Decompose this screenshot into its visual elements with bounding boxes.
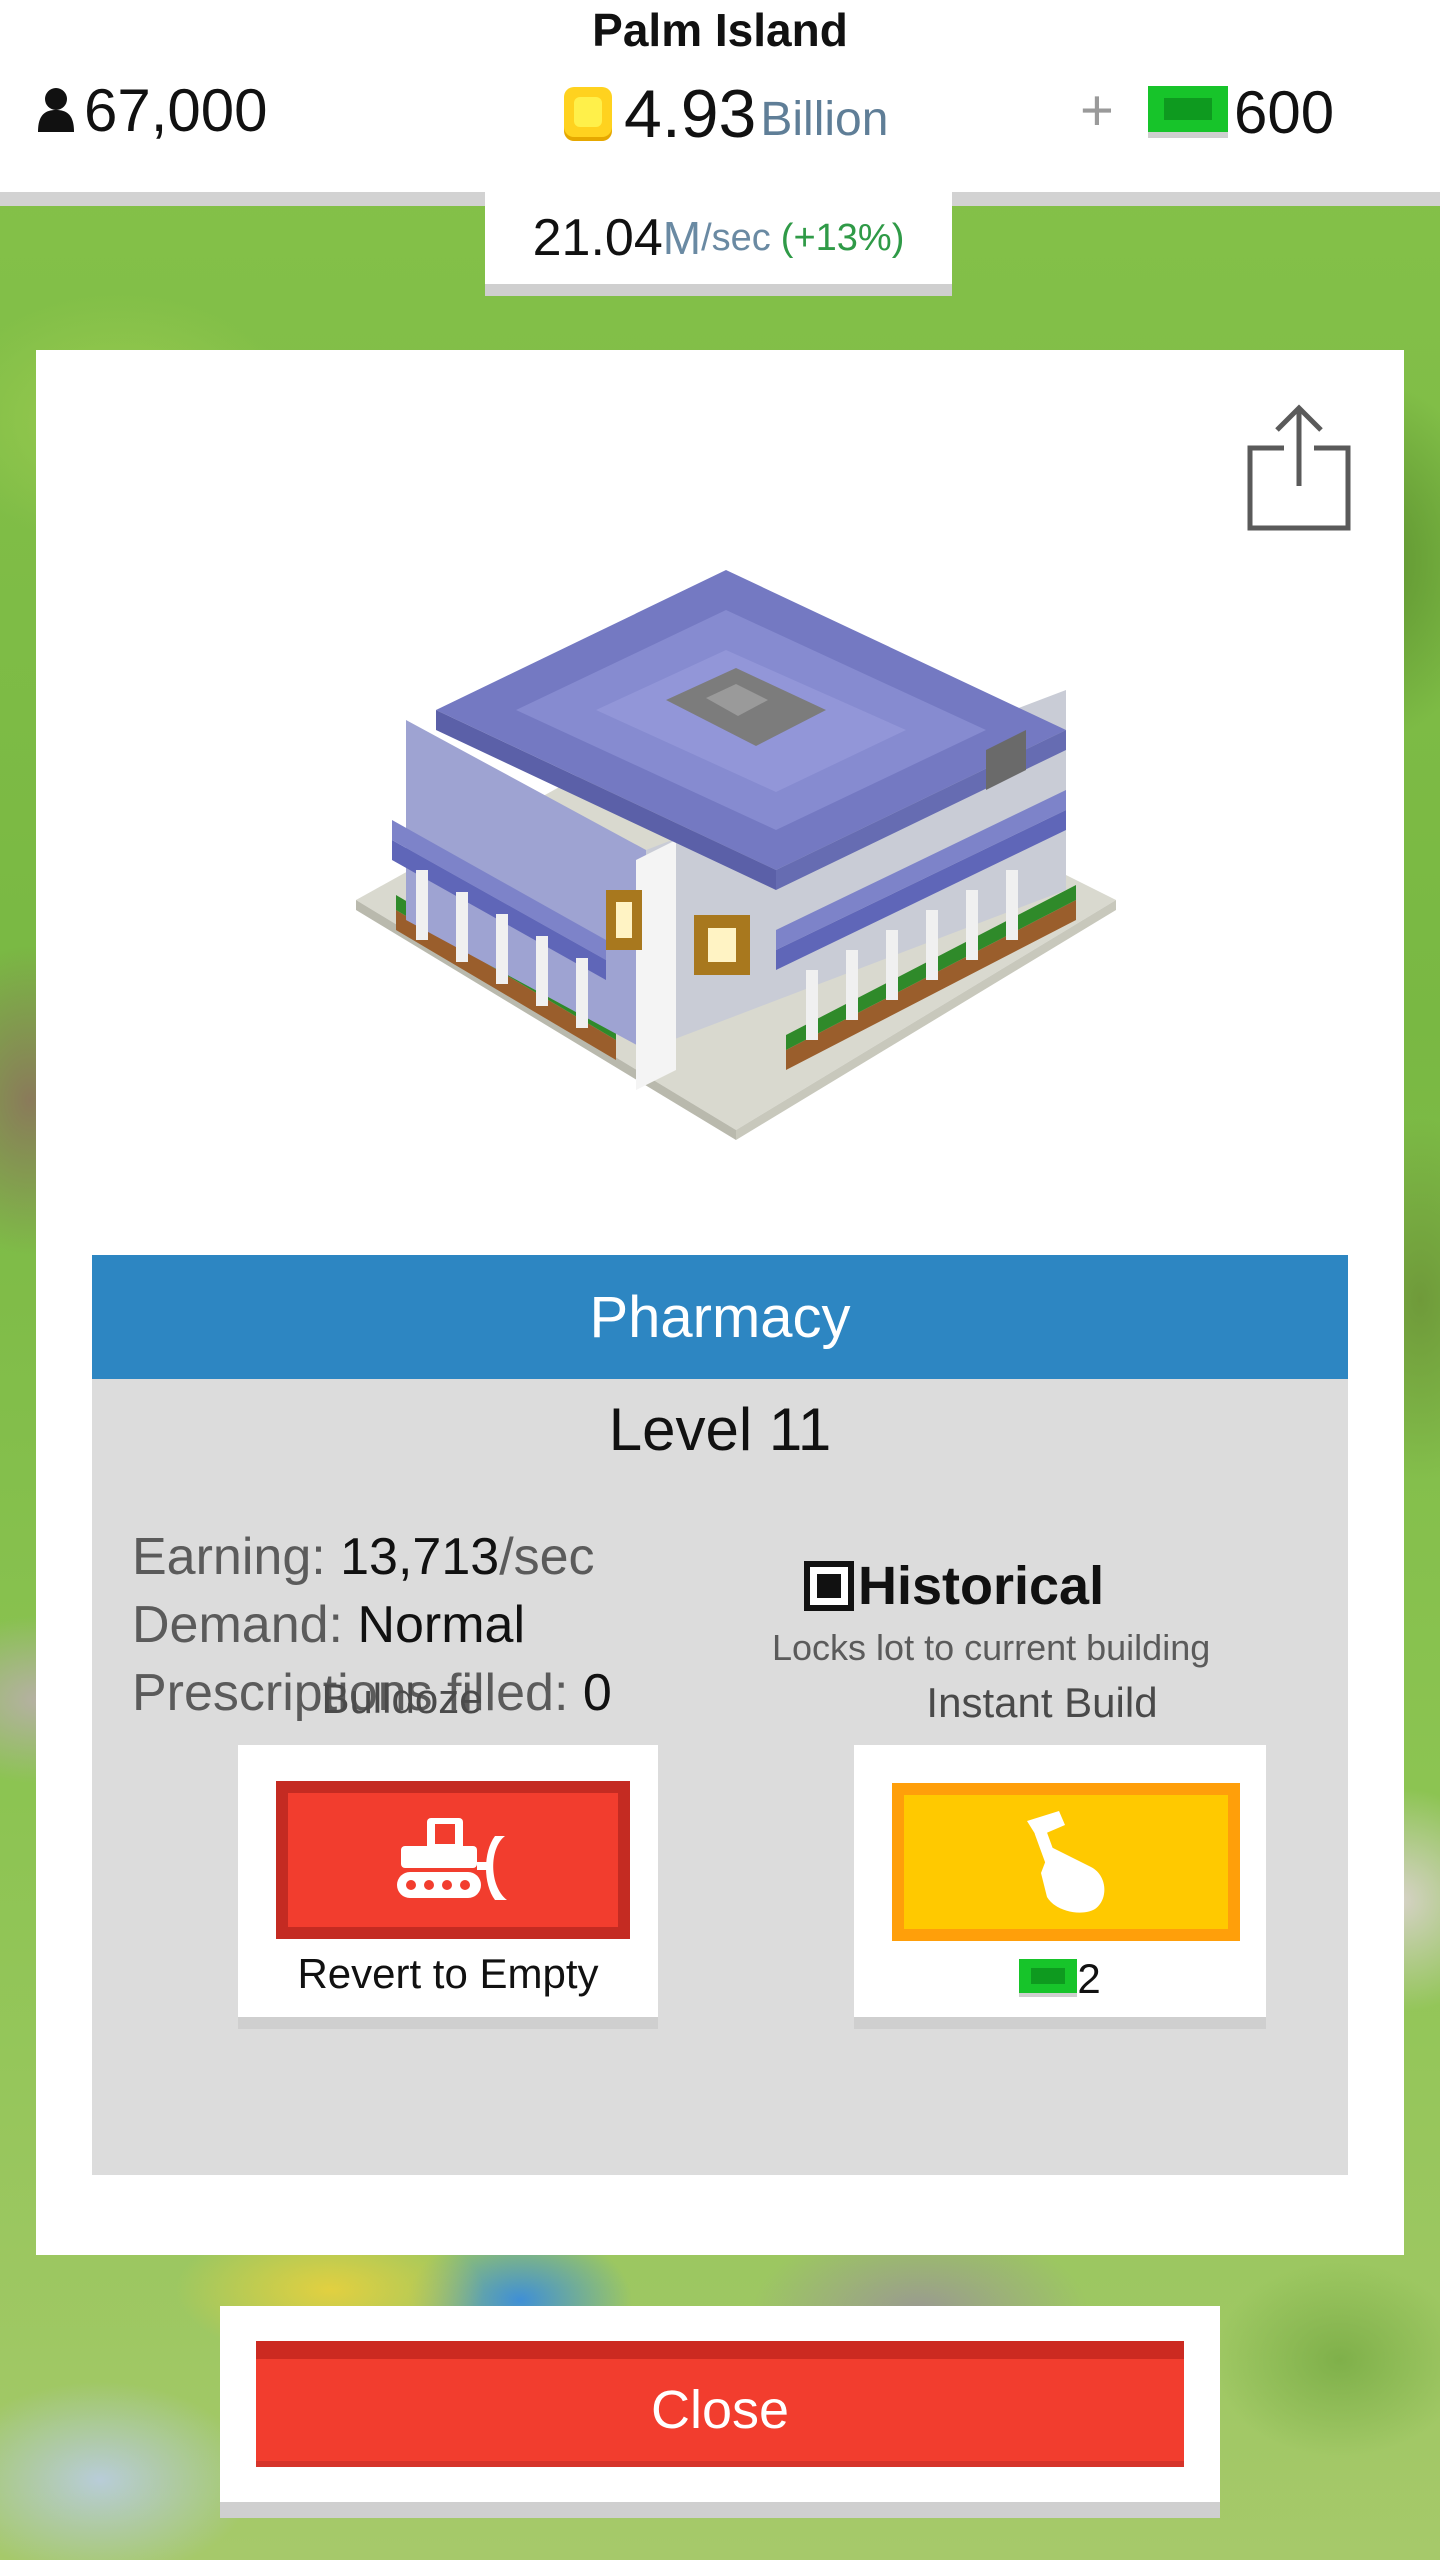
- income-rate-value: 21.04: [532, 209, 663, 267]
- pharmacy-building-image: [306, 570, 1166, 1210]
- historical-checkbox[interactable]: [804, 1561, 854, 1611]
- historical-option: Historical Locks lot to current building: [772, 1555, 1252, 1669]
- income-rate-per: /sec: [701, 216, 771, 259]
- building-level: Level 11: [608, 1396, 832, 1463]
- bulldoze-button[interactable]: [276, 1781, 630, 1939]
- stat-value: 0: [582, 1664, 612, 1722]
- instant-build-card: 2: [854, 1745, 1266, 2029]
- stat-label: Earning:: [132, 1528, 341, 1586]
- bulldoze-label: Bulldoze: [321, 1675, 483, 1722]
- building-name: Pharmacy: [92, 1255, 1348, 1379]
- city-name: Palm Island: [592, 4, 848, 56]
- share-button[interactable]: [1244, 400, 1354, 534]
- close-card: Close: [220, 2306, 1220, 2518]
- stat-earning: Earning: 13,713/sec: [132, 1523, 772, 1591]
- stat-value: 13,713: [340, 1528, 500, 1586]
- person-icon: [36, 84, 76, 136]
- instant-build-button[interactable]: [892, 1783, 1240, 1941]
- share-icon: [1247, 404, 1351, 531]
- money-counter: 4.93 Billion: [560, 76, 888, 152]
- bulldoze-caption: Revert to Empty: [297, 1950, 599, 1997]
- historical-label: Historical: [858, 1556, 1105, 1616]
- historical-toggle[interactable]: Historical: [772, 1555, 1252, 1617]
- bulldozer-icon: [397, 1818, 507, 1900]
- income-rate-tab: 21.04 M /sec (+13%): [485, 192, 952, 296]
- stat-unit: /sec: [499, 1528, 595, 1586]
- building-dialog: Pharmacy Level 11 Earning: 13,713/sec De…: [36, 350, 1404, 2255]
- cash-icon: [1019, 1959, 1078, 1997]
- income-rate-unit: M: [662, 212, 702, 264]
- cash-value: 600: [1234, 78, 1335, 146]
- cash-counter[interactable]: 600: [1148, 74, 1334, 150]
- instant-build-cost-value: 2: [1077, 1955, 1101, 2002]
- stat-demand: Demand: Normal: [132, 1591, 772, 1659]
- population-value: 67,000: [84, 76, 268, 144]
- money-value: 4.93: [624, 76, 757, 152]
- instant-build-label: Instant Build: [926, 1679, 1158, 1726]
- stat-value: Normal: [357, 1596, 526, 1654]
- building-info-panel: Pharmacy Level 11 Earning: 13,713/sec De…: [92, 1255, 1348, 2175]
- coin-icon: [560, 83, 616, 145]
- checkbox-checked-mark: [817, 1574, 841, 1598]
- close-button[interactable]: Close: [256, 2341, 1184, 2467]
- buy-cash-plus-button[interactable]: +: [1080, 78, 1114, 144]
- stat-label: Demand:: [132, 1596, 358, 1654]
- money-unit: Billion: [760, 92, 889, 146]
- income-bonus: (+13%): [780, 216, 905, 259]
- bulldoze-card: Revert to Empty: [238, 1745, 658, 2029]
- hammer-hand-icon: [1027, 1811, 1105, 1913]
- top-hud: Palm Island 67,000 4.93 Billion + 600: [0, 0, 1440, 206]
- cash-icon: [1148, 84, 1228, 140]
- instant-build-cost: 2: [854, 1955, 1266, 2003]
- historical-description: Locks lot to current building: [772, 1627, 1211, 1668]
- population-counter: 67,000: [36, 72, 268, 148]
